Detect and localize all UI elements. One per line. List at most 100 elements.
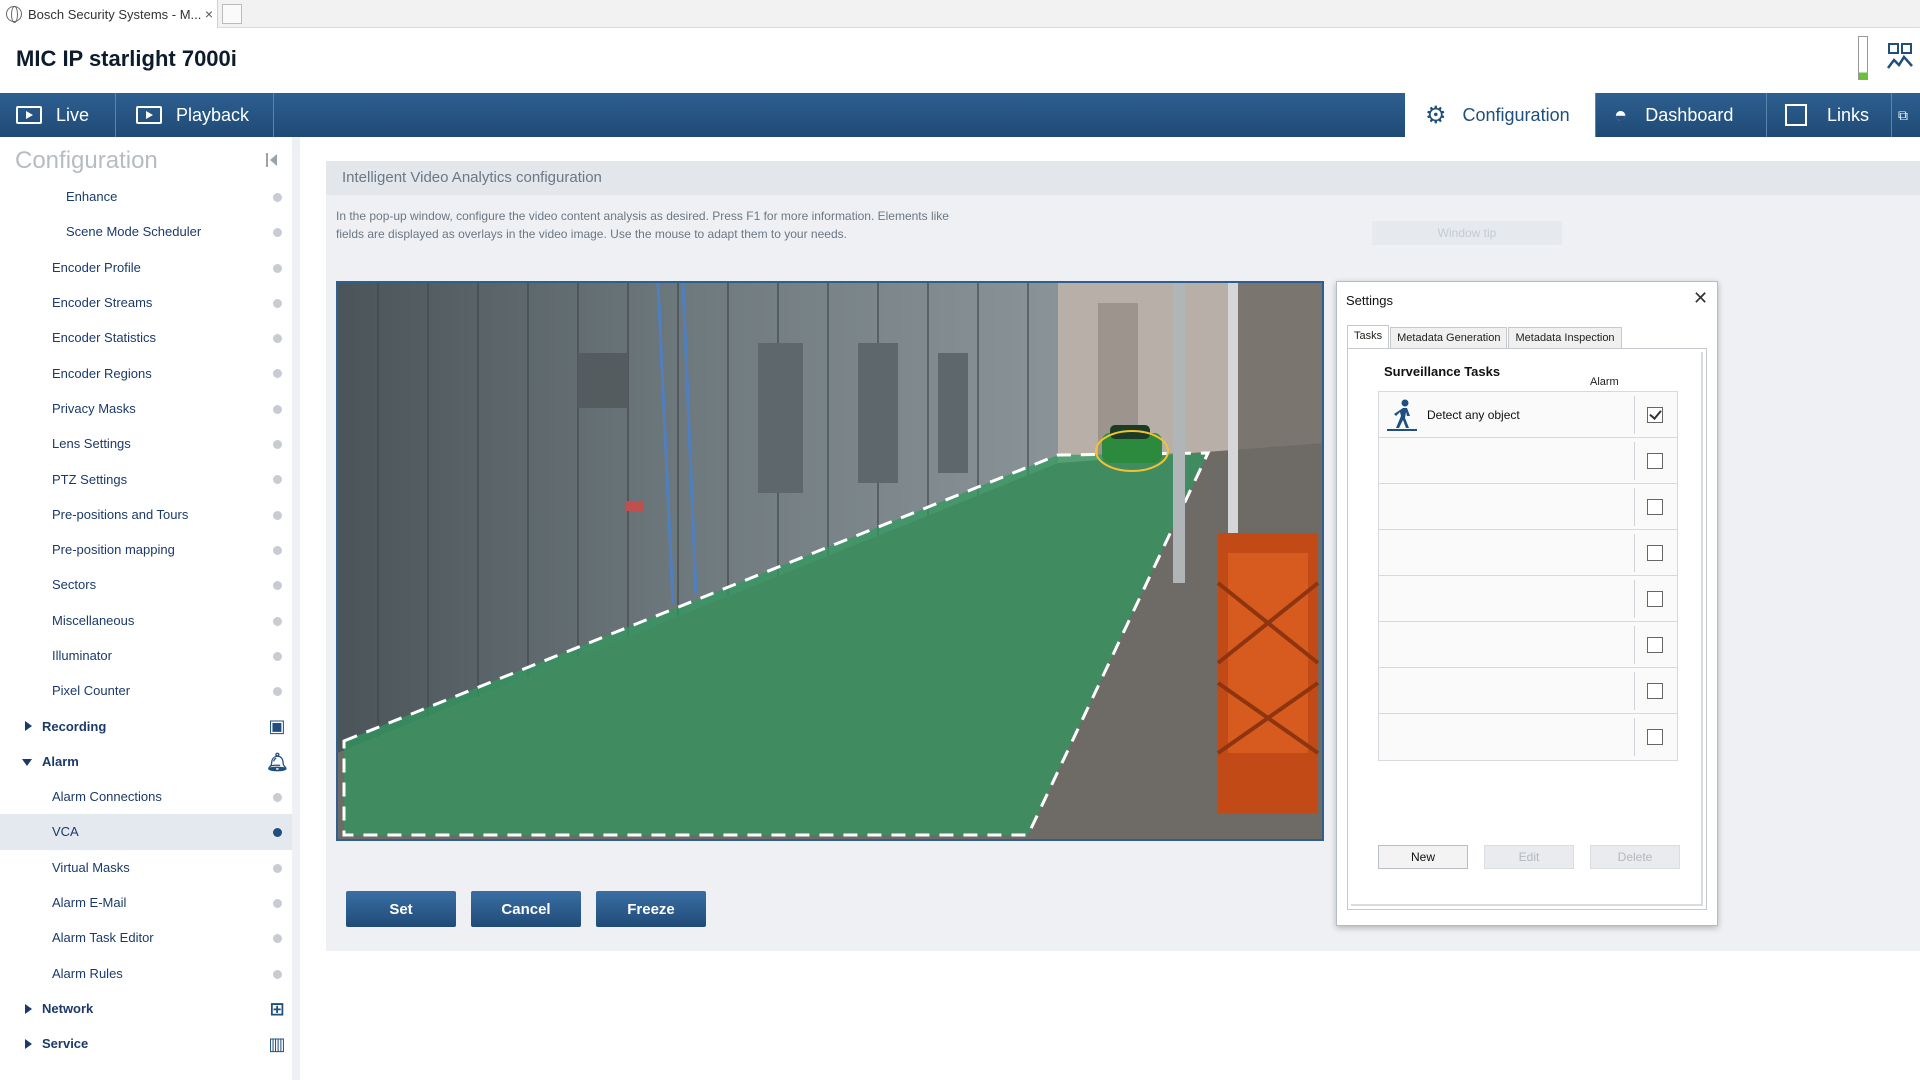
sidebar-section-label: Alarm xyxy=(42,753,79,769)
alarm-checkbox[interactable] xyxy=(1647,545,1663,561)
sidebar-item-virtual-masks[interactable]: Virtual Masks xyxy=(0,850,292,885)
sidebar-item-label: Scene Mode Scheduler xyxy=(66,224,202,240)
sidebar-item-label: Encoder Profile xyxy=(52,259,141,275)
nav-links[interactable]: Links xyxy=(1767,93,1892,137)
collapse-sidebar-icon[interactable] xyxy=(266,153,278,167)
status-dot xyxy=(273,298,282,308)
status-dot xyxy=(273,475,282,485)
window-tip: Window tip xyxy=(1372,221,1562,245)
bar-chart-icon: ▥ xyxy=(268,1034,286,1055)
sidebar-item-label: Encoder Streams xyxy=(52,295,153,311)
task-row[interactable] xyxy=(1378,667,1678,715)
expand-arrow-icon xyxy=(25,1039,32,1050)
network-icon[interactable] xyxy=(1886,42,1914,72)
cancel-button[interactable]: Cancel xyxy=(471,891,581,927)
sidebar-item-vca[interactable]: VCA xyxy=(0,814,292,850)
sidebar-section-recording[interactable]: Recording ▣ xyxy=(0,708,292,743)
playback-icon xyxy=(136,106,162,124)
sidebar-section-service[interactable]: Service ▥ xyxy=(0,1026,292,1061)
tab-metadata-inspection[interactable]: Metadata Inspection xyxy=(1508,327,1622,348)
sidebar-item-alarm-connections[interactable]: Alarm Connections xyxy=(0,779,292,814)
new-task-button[interactable]: New xyxy=(1378,845,1468,869)
sidebar-item-pre-position-mapping[interactable]: Pre-position mapping xyxy=(0,532,292,567)
sidebar-item-scene-mode-scheduler[interactable]: Scene Mode Scheduler xyxy=(0,214,292,249)
collapse-arrow-icon xyxy=(22,758,32,766)
sidebar-item-sectors[interactable]: Sectors xyxy=(0,567,292,602)
nav-live-label: Live xyxy=(56,104,90,125)
alarm-checkbox[interactable] xyxy=(1647,591,1663,607)
task-row[interactable] xyxy=(1378,713,1678,761)
tab-metadata-generation[interactable]: Metadata Generation xyxy=(1390,327,1508,348)
status-dot xyxy=(273,651,282,661)
row-divider xyxy=(1634,442,1635,480)
alarm-checkbox[interactable] xyxy=(1647,637,1663,653)
status-dot xyxy=(273,581,282,591)
sidebar-item-alarm-task-editor[interactable]: Alarm Task Editor xyxy=(0,920,292,955)
nav-more-button[interactable]: ⧉ xyxy=(1892,93,1920,137)
task-row[interactable] xyxy=(1378,483,1678,531)
task-row[interactable] xyxy=(1378,575,1678,623)
sidebar-item-pixel-counter[interactable]: Pixel Counter xyxy=(0,673,292,708)
settings-dialog: Settings ✕ Tasks Metadata Generation Met… xyxy=(1336,281,1718,926)
sidebar-section-alarm[interactable]: Alarm 🔔︎ xyxy=(0,744,292,779)
close-icon[interactable]: ✕ xyxy=(1693,288,1708,309)
sidebar-item-privacy-masks[interactable]: Privacy Masks xyxy=(0,391,292,426)
person-detect-icon xyxy=(1385,398,1419,432)
alarm-checkbox[interactable] xyxy=(1647,499,1663,515)
expand-arrow-icon xyxy=(25,1003,32,1014)
delete-task-button[interactable]: Delete xyxy=(1590,845,1680,869)
sidebar-item-encoder-statistics[interactable]: Encoder Statistics xyxy=(0,320,292,355)
status-dot xyxy=(273,263,282,273)
nav-more-icon: ⧉ xyxy=(1898,106,1908,123)
status-dot xyxy=(273,616,282,626)
nav-playback-label: Playback xyxy=(176,104,250,125)
nav-dashboard[interactable]: ◓ Dashboard xyxy=(1595,93,1767,137)
sidebar-item-miscellaneous[interactable]: Miscellaneous xyxy=(0,603,292,638)
sidebar-item-encoder-profile[interactable]: Encoder Profile xyxy=(0,250,292,285)
set-button[interactable]: Set xyxy=(346,891,456,927)
camera-scene xyxy=(338,283,1322,839)
sidebar-item-label: Encoder Regions xyxy=(52,365,152,381)
sidebar-item-label: Alarm E-Mail xyxy=(52,895,127,911)
alarm-checkbox[interactable] xyxy=(1647,407,1663,423)
dialog-title: Settings xyxy=(1346,293,1393,308)
task-row[interactable]: Detect any object xyxy=(1378,391,1678,439)
sidebar-item-illuminator[interactable]: Illuminator xyxy=(0,638,292,673)
browser-tab-close-button[interactable]: × xyxy=(201,6,217,22)
sidebar-item-label: VCA xyxy=(52,824,79,840)
row-divider xyxy=(1634,580,1635,618)
sidebar-item-label: Illuminator xyxy=(52,648,112,663)
sidebar-item-label: Virtual Masks xyxy=(52,859,130,875)
alarm-checkbox[interactable] xyxy=(1647,729,1663,745)
nav-configuration[interactable]: ⚙ Configuration xyxy=(1405,93,1595,137)
sidebar-item-lens-settings[interactable]: Lens Settings xyxy=(0,426,292,461)
task-row[interactable] xyxy=(1378,529,1678,577)
sidebar-item-label: Alarm Connections xyxy=(52,789,162,805)
sidebar-item-label: Miscellaneous xyxy=(52,612,135,628)
video-preview[interactable] xyxy=(336,281,1324,841)
alarm-checkbox[interactable] xyxy=(1647,683,1663,699)
sidebar-item-encoder-streams[interactable]: Encoder Streams xyxy=(0,285,292,320)
browser-tab[interactable]: Bosch Security Systems - M... × xyxy=(0,0,218,28)
sidebar-item-pre-positions-and-tours[interactable]: Pre-positions and Tours xyxy=(0,497,292,532)
tasks-panel: Surveillance Tasks Alarm Detect any obje… xyxy=(1347,348,1707,910)
device-title: MIC IP starlight 7000i xyxy=(16,46,237,71)
tab-tasks[interactable]: Tasks xyxy=(1347,325,1390,348)
alarm-checkbox[interactable] xyxy=(1647,453,1663,469)
freeze-button[interactable]: Freeze xyxy=(596,891,706,927)
edit-task-button[interactable]: Edit xyxy=(1484,845,1574,869)
panel-title: Intelligent Video Analytics configuratio… xyxy=(326,161,1920,195)
task-row[interactable] xyxy=(1378,621,1678,669)
sidebar-item-ptz-settings[interactable]: PTZ Settings xyxy=(0,461,292,496)
sidebar-item-enhance[interactable]: Enhance xyxy=(0,179,292,214)
sidebar-section-label: Recording xyxy=(42,718,107,734)
sidebar-item-encoder-regions[interactable]: Encoder Regions xyxy=(0,355,292,390)
nav-playback[interactable]: Playback xyxy=(116,93,274,137)
nav-dashboard-label: Dashboard xyxy=(1645,104,1734,125)
sidebar-item-alarm-rules[interactable]: Alarm Rules xyxy=(0,956,292,991)
nav-live[interactable]: Live xyxy=(0,93,116,137)
sidebar-section-network[interactable]: Network ⊞ xyxy=(0,991,292,1026)
sidebar-item-alarm-email[interactable]: Alarm E-Mail xyxy=(0,885,292,920)
new-tab-button[interactable] xyxy=(222,4,242,24)
task-row[interactable] xyxy=(1378,437,1678,485)
